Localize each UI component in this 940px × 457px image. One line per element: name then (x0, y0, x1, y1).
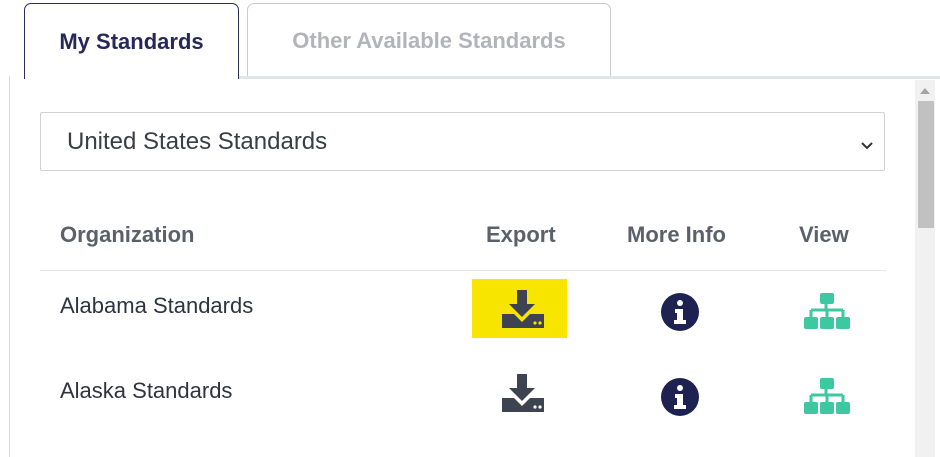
organization-name: Alabama Standards (60, 293, 254, 318)
tab-my-standards-label: My Standards (59, 28, 204, 54)
column-header-organization: Organization (60, 222, 195, 247)
scroll-up-arrow-icon[interactable] (915, 82, 935, 98)
chevron-down-icon (860, 131, 874, 159)
panel-left-border (9, 76, 10, 457)
header-divider (40, 270, 886, 271)
column-header-view: View (799, 222, 849, 247)
tab-other-available-standards-label: Other Available Standards (292, 27, 566, 53)
download-icon[interactable] (500, 290, 546, 330)
standards-country-select[interactable]: United States Standards (40, 112, 885, 171)
column-header-more-info: More Info (627, 222, 726, 247)
info-circle-icon[interactable] (660, 377, 700, 417)
organization-name: Alaska Standards (60, 378, 233, 403)
column-header-export: Export (486, 222, 556, 247)
sitemap-icon[interactable] (804, 293, 850, 333)
sitemap-icon[interactable] (804, 378, 850, 418)
info-circle-icon[interactable] (660, 292, 700, 332)
download-icon[interactable] (500, 374, 546, 414)
tab-my-standards[interactable]: My Standards (24, 3, 239, 79)
panel-top-border (239, 76, 940, 79)
tab-other-available-standards[interactable]: Other Available Standards (247, 3, 611, 77)
scrollbar-thumb[interactable] (918, 101, 934, 228)
select-value: United States Standards (67, 127, 328, 155)
